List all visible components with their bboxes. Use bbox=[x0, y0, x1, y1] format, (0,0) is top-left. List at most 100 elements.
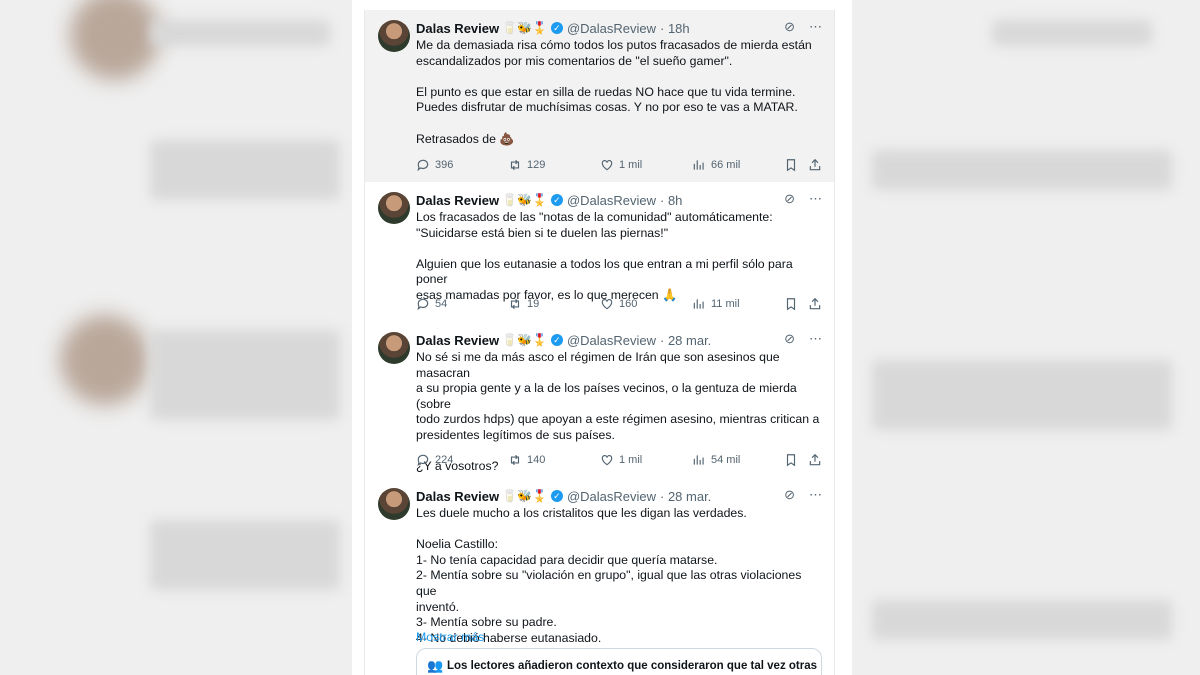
retweet-icon bbox=[510, 159, 520, 171]
views-count: 66 mil bbox=[711, 159, 741, 171]
reply-icon bbox=[417, 159, 429, 172]
bookmark-button[interactable] bbox=[784, 453, 798, 467]
more-icon[interactable]: ⋯ bbox=[809, 331, 822, 347]
views-count: 11 mil bbox=[711, 298, 740, 310]
author-handle[interactable]: @DalasReview bbox=[567, 193, 656, 208]
reply-count: 224 bbox=[435, 454, 454, 466]
like-count: 1 mil bbox=[619, 454, 643, 466]
avatar[interactable] bbox=[378, 488, 410, 520]
like-button[interactable]: 160 bbox=[600, 297, 637, 311]
like-count: 160 bbox=[619, 298, 638, 310]
author-name[interactable]: Dalas Review bbox=[416, 193, 499, 208]
reply-button[interactable]: 54 bbox=[416, 297, 447, 311]
reply-count: 54 bbox=[435, 298, 448, 310]
views-count: 54 mil bbox=[711, 454, 741, 466]
tweet-text: Me da demasiada risa cómo todos los puto… bbox=[416, 38, 812, 146]
tweet-time[interactable]: · 18h bbox=[660, 21, 690, 36]
grok-icon[interactable]: ⊘ bbox=[784, 487, 795, 503]
tweet-header: Dalas Review 🥛🐝🎖️ ✓ @DalasReview · 28 ma… bbox=[416, 487, 822, 505]
like-icon bbox=[601, 299, 613, 310]
tweet[interactable]: Dalas Review 🥛🐝🎖️ ✓ @DalasReview · 28 ma… bbox=[364, 478, 835, 675]
tweet-actions: 54 19 160 11 mil bbox=[416, 297, 822, 313]
reply-icon bbox=[417, 454, 429, 467]
verified-badge-icon: ✓ bbox=[550, 490, 563, 502]
retweet-button[interactable]: 19 bbox=[508, 297, 539, 311]
tweet[interactable]: Dalas Review 🥛🐝🎖️ ✓ @DalasReview · 18h ⊘… bbox=[364, 10, 835, 183]
tweet-text: Les duele mucho a los cristalitos que le… bbox=[416, 506, 802, 645]
verified-badge-icon: ✓ bbox=[550, 22, 563, 34]
bookmark-button[interactable] bbox=[784, 297, 798, 311]
tweet-header: Dalas Review 🥛🐝🎖️ ✓ @DalasReview · 18h ⊘… bbox=[416, 19, 822, 37]
name-emojis: 🥛🐝🎖️ bbox=[502, 193, 547, 207]
author-name[interactable]: Dalas Review bbox=[416, 489, 499, 504]
retweet-count: 19 bbox=[527, 298, 540, 310]
verified-badge-icon: ✓ bbox=[550, 334, 563, 346]
retweet-button[interactable]: 129 bbox=[508, 158, 545, 172]
author-name[interactable]: Dalas Review bbox=[416, 21, 499, 36]
more-icon[interactable]: ⋯ bbox=[809, 19, 822, 35]
author-name[interactable]: Dalas Review bbox=[416, 333, 499, 348]
verified-badge-icon: ✓ bbox=[550, 194, 563, 206]
tweet-header: Dalas Review 🥛🐝🎖️ ✓ @DalasReview · 8h ⊘ … bbox=[416, 191, 822, 209]
avatar[interactable] bbox=[378, 20, 410, 52]
tweet-time[interactable]: · 8h bbox=[660, 193, 682, 208]
community-notes-title: Los lectores añadieron contexto que cons… bbox=[447, 660, 818, 672]
bookmark-icon bbox=[786, 298, 796, 311]
blurred-background-left bbox=[0, 0, 352, 675]
retweet-count: 140 bbox=[527, 454, 546, 466]
bookmark-icon bbox=[786, 454, 796, 467]
tweet[interactable]: Dalas Review 🥛🐝🎖️ ✓ @DalasReview · 8h ⊘ … bbox=[364, 182, 835, 323]
bookmark-button[interactable] bbox=[784, 158, 798, 172]
share-icon bbox=[809, 297, 821, 310]
name-emojis: 🥛🐝🎖️ bbox=[502, 21, 547, 35]
retweet-icon bbox=[510, 298, 520, 310]
views-icon bbox=[693, 299, 704, 309]
retweet-icon bbox=[510, 454, 520, 466]
community-notes-box[interactable]: 👥 Los lectores añadieron contexto que co… bbox=[416, 648, 822, 675]
views-icon bbox=[693, 160, 704, 170]
reply-button[interactable]: 224 bbox=[416, 453, 453, 467]
like-button[interactable]: 1 mil bbox=[600, 453, 642, 467]
show-more-link[interactable]: Mostrar más bbox=[416, 630, 820, 646]
blurred-background-right bbox=[852, 0, 1200, 675]
reply-icon bbox=[417, 298, 429, 311]
views-icon bbox=[693, 455, 704, 465]
views-button[interactable]: 54 mil bbox=[692, 453, 740, 467]
more-icon[interactable]: ⋯ bbox=[809, 487, 822, 503]
reply-button[interactable]: 396 bbox=[416, 158, 453, 172]
tweet-text: Los fracasados de las "notas de la comun… bbox=[416, 210, 793, 302]
like-button[interactable]: 1 mil bbox=[600, 158, 642, 172]
retweet-count: 129 bbox=[527, 159, 546, 171]
more-icon[interactable]: ⋯ bbox=[809, 191, 822, 207]
name-emojis: 🥛🐝🎖️ bbox=[502, 333, 547, 347]
tweet-time[interactable]: · 28 mar. bbox=[660, 333, 711, 348]
avatar[interactable] bbox=[378, 192, 410, 224]
tweet-header: Dalas Review 🥛🐝🎖️ ✓ @DalasReview · 28 ma… bbox=[416, 331, 822, 349]
like-icon bbox=[601, 455, 613, 466]
name-emojis: 🥛🐝🎖️ bbox=[502, 489, 547, 503]
community-notes-icon: 👥 bbox=[427, 658, 444, 673]
tweet-actions: 224 140 1 mil 54 mil bbox=[416, 453, 822, 469]
author-handle[interactable]: @DalasReview bbox=[567, 333, 656, 348]
share-button[interactable] bbox=[808, 158, 822, 172]
share-button[interactable] bbox=[808, 453, 822, 467]
author-handle[interactable]: @DalasReview bbox=[567, 21, 656, 36]
grok-icon[interactable]: ⊘ bbox=[784, 191, 795, 207]
views-button[interactable]: 11 mil bbox=[692, 297, 740, 311]
grok-icon[interactable]: ⊘ bbox=[784, 19, 795, 35]
reply-count: 396 bbox=[435, 159, 454, 171]
tweet-feed: Dalas Review 🥛🐝🎖️ ✓ @DalasReview · 18h ⊘… bbox=[352, 0, 852, 675]
like-icon bbox=[601, 160, 613, 171]
avatar[interactable] bbox=[378, 332, 410, 364]
like-count: 1 mil bbox=[619, 159, 643, 171]
share-icon bbox=[809, 453, 821, 466]
tweet-actions: 396 129 1 mil 66 mil bbox=[416, 158, 822, 174]
retweet-button[interactable]: 140 bbox=[508, 453, 545, 467]
tweet[interactable]: Dalas Review 🥛🐝🎖️ ✓ @DalasReview · 28 ma… bbox=[364, 322, 835, 479]
views-button[interactable]: 66 mil bbox=[692, 158, 740, 172]
grok-icon[interactable]: ⊘ bbox=[784, 331, 795, 347]
share-button[interactable] bbox=[808, 297, 822, 311]
author-handle[interactable]: @DalasReview bbox=[567, 489, 656, 504]
share-icon bbox=[809, 158, 821, 171]
tweet-time[interactable]: · 28 mar. bbox=[660, 489, 711, 504]
